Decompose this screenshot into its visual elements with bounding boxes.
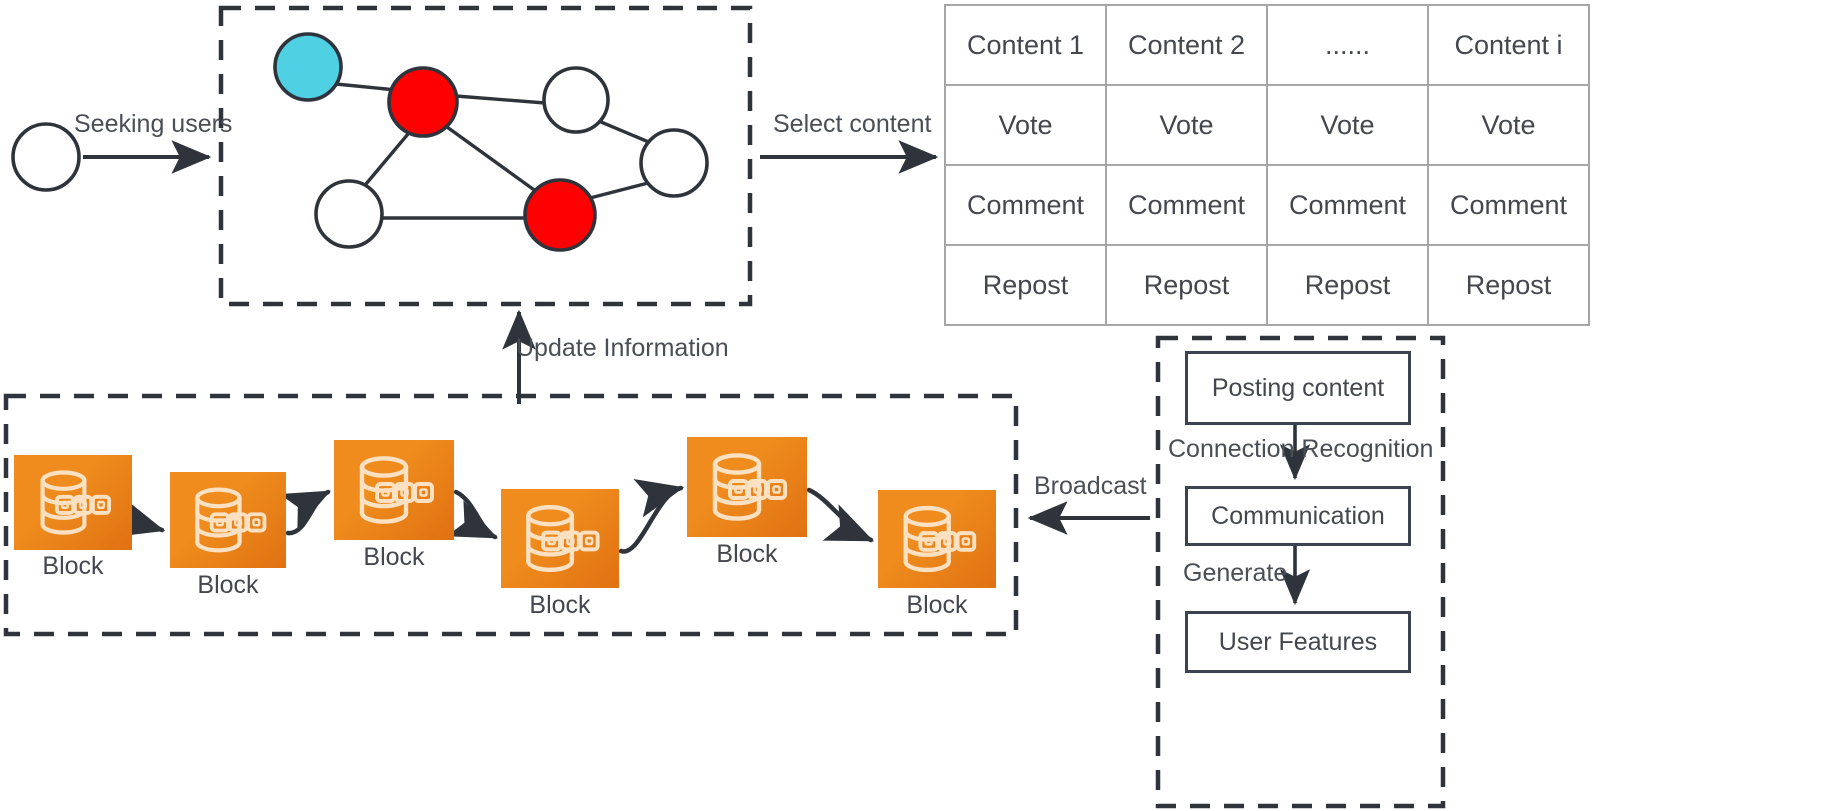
cell-content-2: Content 2 <box>1105 4 1268 86</box>
block-label-4: Block <box>529 591 591 619</box>
box-posting-content[interactable]: Posting content <box>1185 351 1411 425</box>
cell-vote-3: Vote <box>1266 84 1429 166</box>
table-body: Content 1 Content 2 ...... Content i Vot… <box>944 4 1590 326</box>
block-label-2: Block <box>197 571 259 599</box>
node-white-1 <box>542 66 610 134</box>
edge-red2-white2 <box>589 180 653 200</box>
block-label-6: Block <box>906 591 968 619</box>
cell-comment-2: Comment <box>1105 164 1268 246</box>
edge-cyan-red1 <box>335 82 397 92</box>
block-label-5: Block <box>716 540 778 568</box>
chain-link-4 <box>618 479 685 554</box>
node-red-1 <box>387 66 459 138</box>
edge-red1-white1 <box>455 94 546 105</box>
diagram-canvas: Seeking users Select content Update Info… <box>0 0 1830 811</box>
block-label-3: Block <box>363 543 425 571</box>
cell-content-1: Content 1 <box>944 4 1107 86</box>
box-user-features[interactable]: User Features <box>1185 611 1411 673</box>
edge-red1-red2 <box>446 125 538 194</box>
cell-vote-1: Vote <box>944 84 1107 166</box>
chain-link-2 <box>279 489 331 536</box>
label-connection-recognition: Connection Recognition <box>1168 435 1434 463</box>
block-tile-4[interactable] <box>501 489 619 588</box>
chain-link-3 <box>446 489 498 540</box>
node-white-2 <box>639 128 709 198</box>
block-tile-1[interactable] <box>14 455 132 550</box>
cell-comment-4: Comment <box>1427 164 1590 246</box>
table-row: Content 1 Content 2 ...... Content i <box>944 4 1590 86</box>
node-red-2 <box>523 178 597 252</box>
table-row: Vote Vote Vote Vote <box>944 84 1590 166</box>
database-block-icon <box>526 505 600 572</box>
label-seeking-users: Seeking users <box>74 110 233 138</box>
edge-red1-white3 <box>364 132 410 186</box>
database-block-icon <box>903 505 977 573</box>
cell-vote-2: Vote <box>1105 84 1268 166</box>
block-label-1: Block <box>42 552 104 580</box>
database-block-icon <box>712 453 787 521</box>
database-block-icon <box>40 470 111 535</box>
table-row: Repost Repost Repost Repost <box>944 244 1590 326</box>
cell-repost-3: Repost <box>1266 244 1429 326</box>
cell-content-ellipsis: ...... <box>1266 4 1429 86</box>
label-update-information: Update Information <box>516 334 729 362</box>
cell-comment-1: Comment <box>944 164 1107 246</box>
node-white-3 <box>314 179 384 249</box>
edge-white1-white2 <box>600 120 652 145</box>
cell-content-i: Content i <box>1427 4 1590 86</box>
cell-repost-2: Repost <box>1105 244 1268 326</box>
block-tile-2[interactable] <box>170 472 286 568</box>
label-generate: Generate <box>1183 559 1288 587</box>
node-cyan <box>273 32 343 102</box>
block-tile-3[interactable] <box>334 440 454 540</box>
cell-comment-3: Comment <box>1266 164 1429 246</box>
content-interaction-table: Content 1 Content 2 ...... Content i Vot… <box>944 4 1590 326</box>
table-row: Comment Comment Comment Comment <box>944 164 1590 246</box>
chain-link-5 <box>806 487 874 543</box>
network-edges <box>335 82 653 220</box>
box-posting-content-label: Posting content <box>1211 373 1385 402</box>
database-block-icon <box>359 456 434 524</box>
network-nodes <box>273 32 709 252</box>
dashed-box-social-network <box>218 5 753 307</box>
label-broadcast: Broadcast <box>1034 472 1147 500</box>
cell-repost-1: Repost <box>944 244 1107 326</box>
chain-link-1 <box>114 498 166 537</box>
label-select-content: Select content <box>773 110 932 138</box>
source-user-node <box>11 122 81 192</box>
block-tile-6[interactable] <box>878 490 996 588</box>
box-communication-label: Communication <box>1211 501 1385 530</box>
box-communication[interactable]: Communication <box>1185 486 1411 546</box>
block-tile-5[interactable] <box>687 437 807 537</box>
box-user-features-label: User Features <box>1218 627 1378 656</box>
cell-vote-4: Vote <box>1427 84 1590 166</box>
cell-repost-4: Repost <box>1427 244 1590 326</box>
database-block-icon <box>195 487 267 553</box>
